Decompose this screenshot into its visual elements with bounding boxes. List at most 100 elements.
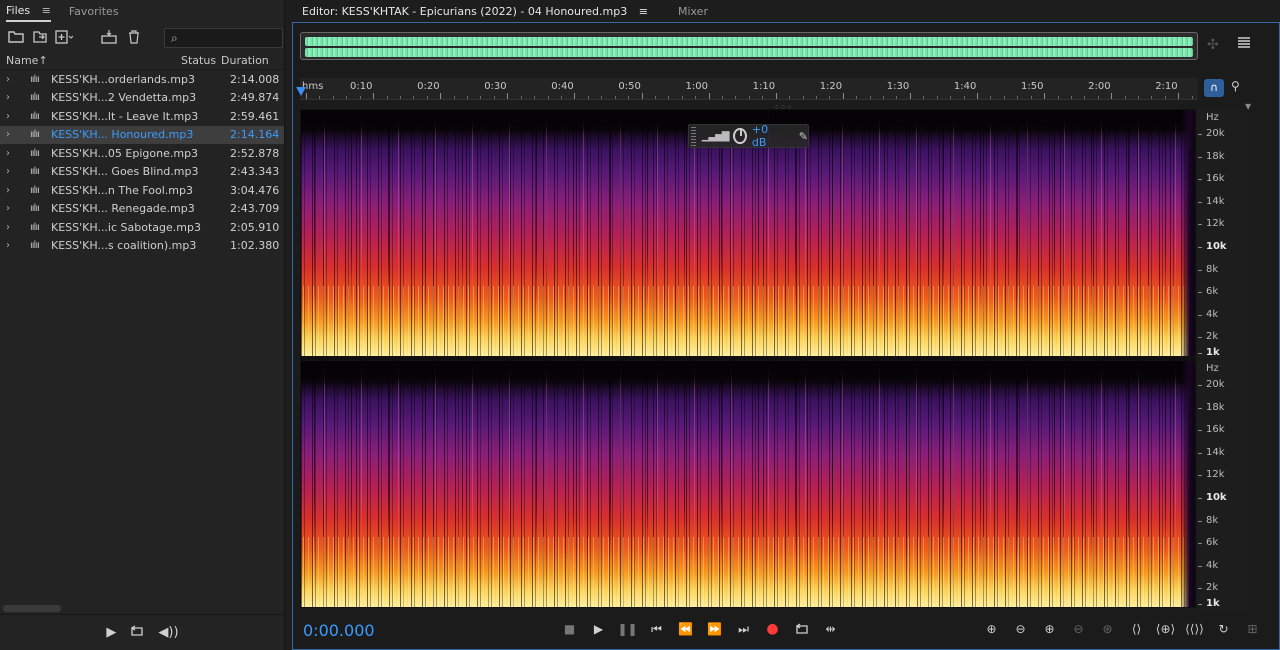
file-row[interactable]: › ıılıı KESS'KH... Honoured.mp3 2:14.164 xyxy=(0,125,284,144)
column-name[interactable]: Name↑ xyxy=(6,54,48,67)
expand-chevron-icon[interactable]: › xyxy=(6,240,10,251)
snap-overview-icon[interactable]: ✣ xyxy=(1207,37,1219,53)
overview-menu-icon[interactable] xyxy=(1237,37,1251,53)
file-row[interactable]: › ıılıı KESS'KH... Goes Blind.mp3 2:43.343 xyxy=(0,163,284,182)
new-file-icon[interactable] xyxy=(52,27,76,47)
insert-multitrack-icon[interactable] xyxy=(98,27,122,47)
expand-chevron-icon[interactable]: › xyxy=(6,222,10,233)
expand-chevron-icon[interactable]: › xyxy=(6,148,10,159)
expand-chevron-icon[interactable]: › xyxy=(6,129,10,140)
record-icon[interactable]: ● xyxy=(760,619,785,639)
search-input[interactable] xyxy=(181,31,272,45)
volume-knob[interactable] xyxy=(733,128,747,144)
file-row[interactable]: › ıılıı KESS'KH... Renegade.mp3 2:43.709 xyxy=(0,200,284,219)
panel-menu-icon[interactable]: ≡ xyxy=(42,4,51,17)
files-preview-controls: ▶ ◀)) xyxy=(0,614,285,650)
file-row[interactable]: › ıılıı KESS'KH...n The Fool.mp3 3:04.476 xyxy=(0,181,284,200)
file-row[interactable]: › ıılıı KESS'KH...lt - Leave It.mp3 2:59.46… xyxy=(0,107,284,126)
ruler-tick xyxy=(990,96,991,99)
freq-tick xyxy=(1198,269,1202,271)
expand-chevron-icon[interactable]: › xyxy=(6,185,10,196)
fast-forward-icon[interactable]: ⏩ xyxy=(702,619,727,639)
freq-label: 12k xyxy=(1206,469,1225,481)
zoom-selection-icon[interactable]: ⟨⊕⟩ xyxy=(1153,619,1178,639)
ruler-tick xyxy=(494,96,495,99)
open-file-icon[interactable] xyxy=(4,27,28,47)
spectrogram-right-channel[interactable] xyxy=(300,360,1196,608)
pin-icon[interactable]: ✎ xyxy=(799,130,808,143)
file-duration: 2:14.008 xyxy=(230,72,280,86)
audio-file-icon: ıılıı xyxy=(30,147,40,159)
expand-chevron-icon[interactable]: › xyxy=(6,74,10,85)
zoom-out-time-icon[interactable]: ⊖ xyxy=(1066,619,1091,639)
column-status[interactable]: Status xyxy=(181,54,216,67)
stop-icon[interactable]: ■ xyxy=(557,619,582,639)
current-time[interactable]: 0:00.000 xyxy=(303,621,375,640)
waveform-overview[interactable] xyxy=(300,32,1198,60)
playhead-marker[interactable] xyxy=(296,87,306,96)
gain-value[interactable]: +0 dB xyxy=(752,123,779,149)
expand-chevron-icon[interactable]: › xyxy=(6,166,10,177)
ruler-label: 1:50 xyxy=(1021,81,1044,92)
zoom-selected-channel-icon[interactable]: ⊞ xyxy=(1240,619,1265,639)
tab-editor[interactable]: Editor: KESS'KHTAK - Epicurians (2022) -… xyxy=(302,5,648,18)
ruler-label: 0:30 xyxy=(484,81,507,92)
timeline-ruler[interactable]: hms 0:10 0:20 0:30 0:40 0:50 1:00 1:10 1:20 1:30… xyxy=(300,78,1198,100)
freq-label: 12k xyxy=(1206,218,1225,230)
import-icon[interactable] xyxy=(28,27,52,47)
editor-menu-icon[interactable]: ≡ xyxy=(639,5,648,18)
loop-icon[interactable] xyxy=(789,619,814,639)
freq-label: 4k xyxy=(1206,559,1219,571)
zoom-controls: ⊕ ⊖ ⊕ ⊖ ⊛ ⟨⟩ ⟨⊕⟩ ⟨⟨⟩⟩ ↻ ⊞ xyxy=(979,619,1265,639)
file-row[interactable]: › ıılıı KESS'KH...05 Epigone.mp3 2:52.878 xyxy=(0,144,284,163)
play-icon[interactable]: ▶ xyxy=(586,619,611,639)
expand-chevron-icon[interactable]: › xyxy=(6,111,10,122)
ruler-tick xyxy=(883,96,884,99)
expand-chevron-icon[interactable]: › xyxy=(6,92,10,103)
file-duration: 1:02.380 xyxy=(230,239,280,253)
freq-label: 20k xyxy=(1206,379,1225,390)
frequency-scale-right: Hz 20k 18k 16k 14k 12k 10k 8k 6k 4k 2k 1k xyxy=(1198,360,1248,610)
expand-chevron-icon[interactable]: › xyxy=(6,203,10,214)
headphones-icon[interactable]: ∩ xyxy=(1204,79,1224,97)
file-row[interactable]: › ıılıı KESS'KH...2 Vendetta.mp3 2:49.874 xyxy=(0,89,284,108)
zoom-in-point-icon[interactable]: ⟨⟩ xyxy=(1124,619,1149,639)
freq-tick xyxy=(1198,475,1202,477)
freq-label: 14k xyxy=(1206,195,1225,207)
file-row[interactable]: › ıılıı KESS'KH...orderlands.mp3 2:14.008 xyxy=(0,70,284,89)
file-row[interactable]: › ıılıı KESS'KH...s coalition).mp3 1:02.380 xyxy=(0,237,284,256)
horizontal-scrollbar[interactable] xyxy=(3,605,61,612)
freq-tick xyxy=(1198,337,1202,339)
zoom-fit-icon[interactable]: ⟨⟨⟩⟩ xyxy=(1182,619,1207,639)
skip-selection-icon[interactable]: ⇹ xyxy=(818,619,843,639)
tab-mixer[interactable]: Mixer xyxy=(678,5,708,18)
pause-icon[interactable]: ❚❚ xyxy=(615,619,640,639)
tab-favorites[interactable]: Favorites xyxy=(69,2,119,21)
zoom-reset-icon[interactable]: ↻ xyxy=(1211,619,1236,639)
ruler-tick xyxy=(306,93,307,99)
zoom-in-amplitude-icon[interactable]: ⊕ xyxy=(979,619,1004,639)
skip-to-end-icon[interactable]: ⏭ xyxy=(731,619,756,639)
zoom-out-amplitude-icon[interactable]: ⊖ xyxy=(1008,619,1033,639)
ruler-tick xyxy=(856,96,857,99)
hud-drag-handle[interactable] xyxy=(691,126,696,146)
ruler-tick xyxy=(722,96,723,99)
ruler-tick xyxy=(1031,96,1032,99)
play-preview-icon[interactable]: ▶ xyxy=(106,625,116,640)
tab-files[interactable]: Files ≡ xyxy=(6,1,51,22)
trash-icon[interactable] xyxy=(122,27,146,47)
ruler-tick xyxy=(1044,93,1045,99)
skip-to-start-icon[interactable]: ⏮ xyxy=(644,619,669,639)
marker-pin-icon[interactable]: ⚲ xyxy=(1231,79,1240,93)
ruler-tick xyxy=(601,96,602,99)
ruler-tick xyxy=(427,96,428,99)
zoom-out-full-icon[interactable]: ⊛ xyxy=(1095,619,1120,639)
files-search[interactable]: ⌕ xyxy=(164,28,283,48)
ruler-tick xyxy=(1138,96,1139,99)
autoplay-speaker-icon[interactable]: ◀)) xyxy=(158,625,178,640)
rewind-icon[interactable]: ⏪ xyxy=(673,619,698,639)
file-row[interactable]: › ıılıı KESS'KH...ic Sabotage.mp3 2:05.910 xyxy=(0,218,284,237)
column-duration[interactable]: Duration xyxy=(221,54,269,67)
loop-preview-icon[interactable] xyxy=(130,624,144,641)
zoom-in-time-icon[interactable]: ⊕ xyxy=(1037,619,1062,639)
